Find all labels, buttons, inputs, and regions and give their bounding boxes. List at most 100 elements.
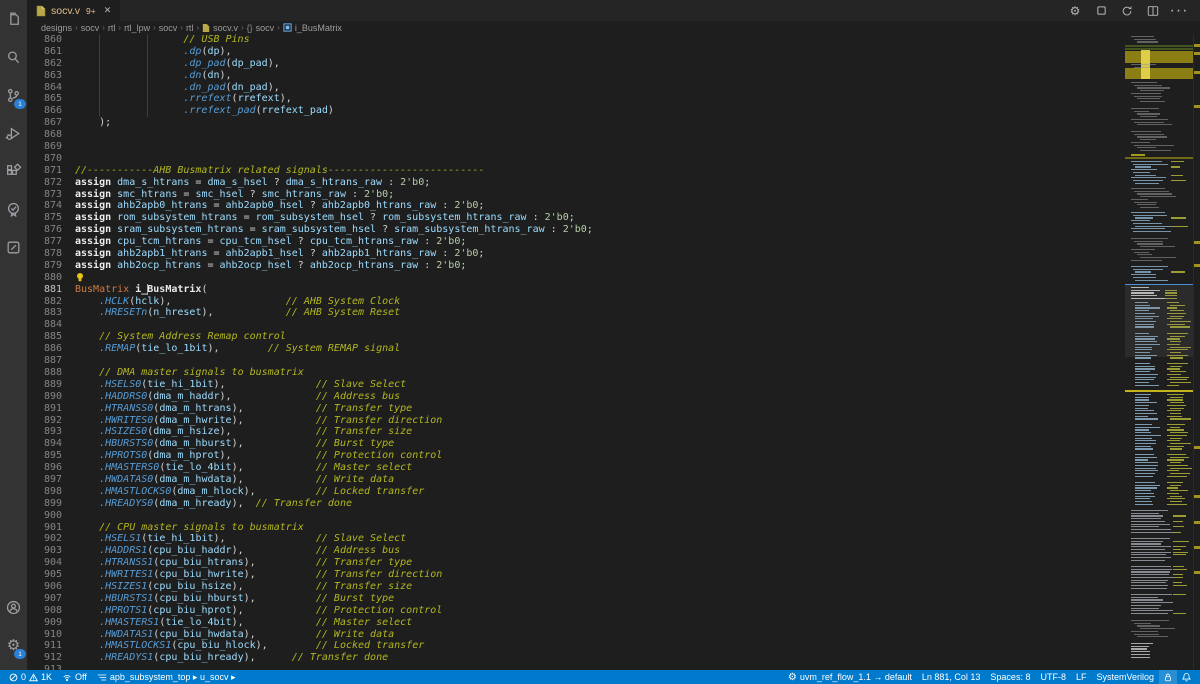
minimap-slider[interactable]	[1125, 284, 1194, 357]
sync-icon[interactable]	[1120, 4, 1134, 18]
code-line[interactable]: 911 .HMASTLOCKS1(cpu_biu_hlock), // Lock…	[27, 640, 1125, 652]
editor[interactable]: 860 // USB Pins861 .dp(dp),862 .dp_pad(d…	[27, 34, 1200, 670]
breadcrumb-item-rtl_lpw[interactable]: rtl_lpw	[124, 23, 150, 33]
indentation-indicator[interactable]: Spaces: 8	[985, 670, 1035, 684]
code-line[interactable]: 862 .dp_pad(dp_pad),	[27, 58, 1125, 70]
cursor-position[interactable]: Ln 881, Col 13	[917, 670, 986, 684]
code-line[interactable]: 901 // CPU master signals to busmatrix	[27, 522, 1125, 534]
code-line[interactable]: 882 .HCLK(hclk), // AHB System Clock	[27, 296, 1125, 308]
code-line[interactable]: 871//-----------AHB Busmatrix related si…	[27, 165, 1125, 177]
code-line[interactable]: 899 .HREADYS0(dma_m_hready), // Transfer…	[27, 498, 1125, 510]
code-line[interactable]: 876assign sram_subsystem_htrans = sram_s…	[27, 224, 1125, 236]
lock-icon[interactable]	[1159, 670, 1177, 684]
line-number: 876	[27, 224, 75, 236]
gear-icon[interactable]: ⚙	[1068, 4, 1082, 18]
encoding-indicator[interactable]: UTF-8	[1035, 670, 1071, 684]
code-line[interactable]: 889 .HSELS0(tie_hi_1bit), // Slave Selec…	[27, 379, 1125, 391]
code-line[interactable]: 875assign rom_subsystem_htrans = rom_sub…	[27, 212, 1125, 224]
code-line[interactable]: 893 .HSIZES0(dma_m_hsize), // Transfer s…	[27, 426, 1125, 438]
breadcrumb-item-socv[interactable]: {}socv	[247, 23, 275, 33]
code-line[interactable]: 912 .HREADYS1(cpu_biu_hready), // Transf…	[27, 652, 1125, 664]
code-line[interactable]: 863 .dn(dn),	[27, 70, 1125, 82]
network-indicator[interactable]: Off	[57, 670, 92, 684]
settings-gear-icon[interactable]: ⚙ 1	[0, 626, 27, 664]
code-line[interactable]: 874assign ahb2apb0_htrans = ahb2apb0_hse…	[27, 200, 1125, 212]
verified-icon[interactable]	[0, 190, 27, 228]
breadcrumb-item-socv.v[interactable]: socv.v	[202, 23, 238, 33]
breadcrumb-item-socv[interactable]: socv	[159, 23, 178, 33]
eol-indicator[interactable]: LF	[1071, 670, 1092, 684]
code-line[interactable]: 864 .dn_pad(dn_pad),	[27, 82, 1125, 94]
minimap[interactable]	[1125, 34, 1194, 670]
code-line[interactable]: 873assign smc_htrans = smc_hsel ? smc_ht…	[27, 189, 1125, 201]
code-line[interactable]: 898 .HMASTLOCKS0(dma_m_hlock), // Locked…	[27, 486, 1125, 498]
code-line[interactable]: 869	[27, 141, 1125, 153]
code-line[interactable]: 879assign ahb2ocp_htrans = ahb2ocp_hsel …	[27, 260, 1125, 272]
problems-indicator[interactable]: 0 1K	[4, 670, 57, 684]
breadcrumb-item-rtl[interactable]: rtl	[186, 23, 194, 33]
language-mode[interactable]: SystemVerilog	[1091, 670, 1159, 684]
scope-indicator[interactable]: apb_subsystem_top ▸ u_socv ▸	[92, 670, 241, 684]
code-line[interactable]: 906 .HSIZES1(cpu_biu_hsize), // Transfer…	[27, 581, 1125, 593]
line-number: 897	[27, 474, 75, 486]
code-line[interactable]: 890 .HADDRS0(dma_m_haddr), // Address bu…	[27, 391, 1125, 403]
code-line[interactable]: 867 );	[27, 117, 1125, 129]
tab-socv[interactable]: socv.v 9+ ✕	[27, 0, 120, 21]
code-line[interactable]: 894 .HBURSTS0(dma_m_hburst), // Burst ty…	[27, 438, 1125, 450]
code-line[interactable]: 887	[27, 355, 1125, 367]
code-line[interactable]: 881BusMatrix i_BusMatrix(	[27, 284, 1125, 296]
search-icon[interactable]	[0, 38, 27, 76]
close-icon[interactable]: ✕	[104, 5, 112, 16]
lightbulb-icon[interactable]	[75, 272, 85, 282]
code-line[interactable]: 908 .HPROTS1(cpu_biu_hprot), // Protecti…	[27, 605, 1125, 617]
code-line[interactable]: 883 .HRESETn(n_hreset), // AHB System Re…	[27, 307, 1125, 319]
more-actions-icon[interactable]: ···	[1172, 4, 1186, 18]
code-line[interactable]: 913	[27, 664, 1125, 670]
code-line[interactable]: 910 .HWDATAS1(cpu_biu_hwdata), // Write …	[27, 629, 1125, 641]
code-line[interactable]: 895 .HPROTS0(dma_m_hprot), // Protection…	[27, 450, 1125, 462]
code-line[interactable]: 907 .HBURSTS1(cpu_biu_hburst), // Burst …	[27, 593, 1125, 605]
breadcrumb-item-socv[interactable]: socv	[81, 23, 100, 33]
notifications-bell-icon[interactable]	[1177, 670, 1196, 684]
run-debug-icon[interactable]	[0, 114, 27, 152]
explorer-icon[interactable]	[0, 0, 27, 38]
code-line[interactable]: 897 .HWDATAS0(dma_m_hwdata), // Write da…	[27, 474, 1125, 486]
code-line[interactable]: 878assign ahb2apb1_htrans = ahb2apb1_hse…	[27, 248, 1125, 260]
breadcrumb-item-i_BusMatrix[interactable]: i_BusMatrix	[283, 23, 342, 33]
code-line[interactable]: 866 .rrefext_pad(rrefext_pad)	[27, 105, 1125, 117]
code-area[interactable]: 860 // USB Pins861 .dp(dp),862 .dp_pad(d…	[27, 34, 1125, 670]
extensions-icon[interactable]	[0, 152, 27, 190]
code-line[interactable]: 870	[27, 153, 1125, 165]
env-indicator[interactable]: ⚙ uvm_ref_flow_1.1 → default	[783, 670, 917, 684]
code-line[interactable]: 865 .rrefext(rrefext),	[27, 93, 1125, 105]
code-line[interactable]: 886 .REMAP(tie_lo_1bit), // System REMAP…	[27, 343, 1125, 355]
code-line[interactable]: 903 .HADDRS1(cpu_biu_haddr), // Address …	[27, 545, 1125, 557]
breadcrumb-item-rtl[interactable]: rtl	[108, 23, 116, 33]
minimap-mark	[1170, 448, 1182, 449]
code-line[interactable]: 905 .HWRITES1(cpu_biu_hwrite), // Transf…	[27, 569, 1125, 581]
code-line[interactable]: 861 .dp(dp),	[27, 46, 1125, 58]
code-line[interactable]: 877assign cpu_tcm_htrans = cpu_tcm_hsel …	[27, 236, 1125, 248]
code-line[interactable]: 892 .HWRITES0(dma_m_hwrite), // Transfer…	[27, 415, 1125, 427]
code-line[interactable]: 880	[27, 272, 1125, 284]
notebook-icon[interactable]	[0, 228, 27, 266]
square-icon[interactable]	[1094, 4, 1108, 18]
code-line[interactable]: 891 .HTRANSS0(dma_m_htrans), // Transfer…	[27, 403, 1125, 415]
code-line[interactable]: 902 .HSELS1(tie_hi_1bit), // Slave Selec…	[27, 533, 1125, 545]
code-line[interactable]: 896 .HMASTERS0(tie_lo_4bit), // Master s…	[27, 462, 1125, 474]
code-line[interactable]: 900	[27, 510, 1125, 522]
code-line[interactable]: 868	[27, 129, 1125, 141]
code-line[interactable]: 885 // System Address Remap control	[27, 331, 1125, 343]
account-icon[interactable]	[0, 588, 27, 626]
code-line[interactable]: 909 .HMASTERS1(tie_lo_4bit), // Master s…	[27, 617, 1125, 629]
source-control-icon[interactable]: 1	[0, 76, 27, 114]
breadcrumb-item-designs[interactable]: designs	[41, 23, 72, 33]
code-line[interactable]: 872assign dma_s_htrans = dma_s_hsel ? dm…	[27, 177, 1125, 189]
line-number: 892	[27, 415, 75, 427]
code-line[interactable]: 884	[27, 319, 1125, 331]
code-line[interactable]: 888 // DMA master signals to busmatrix	[27, 367, 1125, 379]
minimap-mark	[1135, 473, 1155, 474]
code-line[interactable]: 860 // USB Pins	[27, 34, 1125, 46]
code-line[interactable]: 904 .HTRANSS1(cpu_biu_htrans), // Transf…	[27, 557, 1125, 569]
split-editor-icon[interactable]	[1146, 4, 1160, 18]
